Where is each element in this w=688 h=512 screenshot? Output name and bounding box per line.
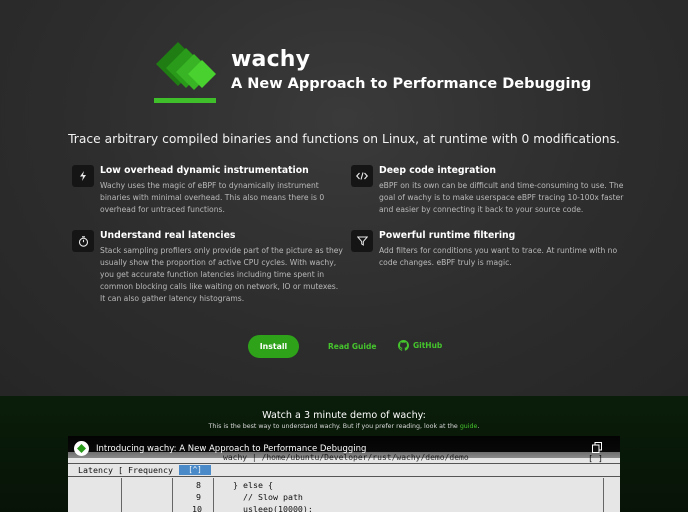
line-number: 10	[192, 504, 202, 512]
column-latency: Latency [	[78, 465, 123, 475]
lead-text: Trace arbitrary compiled binaries and fu…	[68, 132, 620, 146]
github-link[interactable]: GitHub	[398, 340, 442, 351]
brand-name: wachy	[231, 47, 311, 72]
video-title-bar: Introducing wachy: A New Approach to Per…	[68, 436, 620, 458]
feature-title: Understand real latencies	[100, 230, 236, 241]
line-number: 9	[196, 492, 201, 502]
stopwatch-icon	[72, 230, 94, 252]
read-guide-link[interactable]: Read Guide	[328, 342, 376, 351]
column-divider	[213, 478, 214, 512]
line-number: 8	[196, 480, 201, 490]
demo-section: Watch a 3 minute demo of wachy: This is …	[0, 396, 688, 512]
feature-desc: Stack sampling profilers only provide pa…	[100, 246, 343, 303]
brand-tagline: A New Approach to Performance Debugging	[231, 76, 592, 92]
wachy-logo-icon	[154, 42, 216, 103]
guide-link[interactable]: guide	[460, 423, 478, 430]
terminal-column-header: Latency [ Frequency [ [^]	[68, 463, 620, 477]
feature-desc: eBPF on its own can be difficult and tim…	[379, 181, 624, 214]
code-line: usleep(10000);	[233, 504, 313, 512]
demo-title: Watch a 3 minute demo of wachy:	[262, 410, 426, 421]
code-line: } else {	[233, 480, 273, 490]
demo-subtitle: This is the best way to understand wachy…	[0, 423, 688, 430]
filter-icon	[351, 230, 373, 252]
install-button[interactable]: Install	[248, 335, 299, 358]
github-label: GitHub	[413, 341, 443, 350]
column-divider	[172, 478, 173, 512]
feature-desc: Wachy uses the magic of eBPF to dynamica…	[100, 181, 325, 214]
feature-desc: Add filters for conditions you want to t…	[379, 246, 618, 267]
lightning-icon	[72, 165, 94, 187]
github-icon	[398, 340, 409, 351]
copy-link-icon[interactable]	[592, 442, 602, 453]
feature-title: Low overhead dynamic instrumentation	[100, 165, 309, 176]
demo-subtitle-end: .	[477, 423, 480, 430]
demo-subtitle-text: This is the best way to understand wachy…	[208, 423, 460, 430]
channel-avatar[interactable]	[74, 441, 89, 456]
code-icon	[351, 165, 373, 187]
terminal-screen: wachy | /home/ubuntu/Developer/rust/wach…	[68, 452, 620, 512]
feature-title: Powerful runtime filtering	[379, 230, 516, 241]
column-divider	[121, 478, 122, 512]
feature-title: Deep code integration	[379, 165, 497, 176]
code-line: // Slow path	[233, 492, 303, 502]
column-selected: [^]	[179, 465, 211, 475]
column-divider	[603, 478, 604, 512]
hero-section: wachy A New Approach to Performance Debu…	[0, 0, 688, 396]
video-title[interactable]: Introducing wachy: A New Approach to Per…	[96, 444, 366, 454]
column-frequency: Frequency [	[128, 465, 183, 475]
video-player[interactable]: Introducing wachy: A New Approach to Per…	[68, 436, 620, 512]
